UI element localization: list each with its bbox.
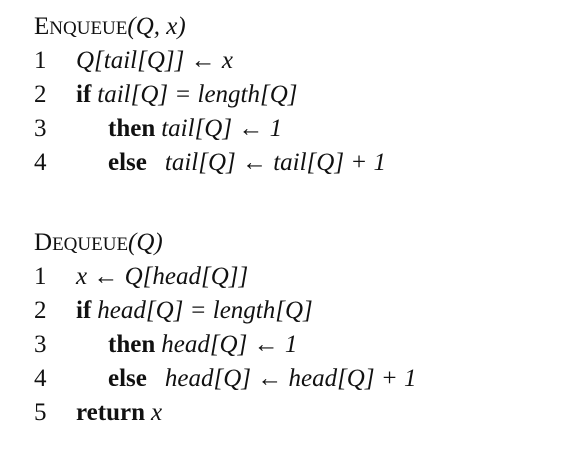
keyword-if: if: [76, 81, 92, 108]
code-statement: then head[Q] ← 1: [108, 328, 297, 362]
line-number: 1: [34, 47, 47, 74]
line-number: 3: [34, 115, 47, 142]
code-expression: tail[Q] = length[Q]: [97, 81, 298, 108]
enqueue-line-1: 1 Q[tail[Q]] ← x: [34, 44, 233, 78]
code-statement: else tail[Q] ← tail[Q] + 1: [108, 146, 386, 180]
dequeue-line-3: 3 then head[Q] ← 1: [34, 328, 297, 362]
dequeue-name: DEQUEUE: [34, 229, 129, 256]
code-expression: head[Q] = length[Q]: [97, 297, 313, 324]
enqueue-signature: (Q, x): [127, 13, 186, 40]
code-statement: Q[tail[Q]] ← x: [76, 44, 233, 78]
enqueue-line-2: 2 if tail[Q] = length[Q]: [34, 78, 298, 112]
line-number: 4: [34, 149, 47, 176]
line-number: 2: [34, 81, 47, 108]
dequeue-signature: (Q): [128, 229, 163, 256]
keyword-if: if: [76, 297, 92, 324]
enqueue-procedure: ENQUEUE(Q, x) 1 Q[tail[Q]] ← x 2 if tail[…: [34, 10, 386, 180]
code-statement: return x: [76, 396, 162, 430]
enqueue-header: ENQUEUE(Q, x): [34, 10, 186, 44]
code-expression: x: [150, 399, 163, 426]
line-number: 4: [34, 365, 47, 392]
keyword-else: else: [108, 365, 147, 392]
enqueue-line-3: 3 then tail[Q] ← 1: [34, 112, 282, 146]
dequeue-header: DEQUEUE(Q): [34, 226, 163, 260]
keyword-then: then: [108, 115, 156, 142]
code-statement: if head[Q] = length[Q]: [76, 294, 313, 328]
keyword-else: else: [108, 149, 147, 176]
line-number: 2: [34, 297, 47, 324]
code-expression: Q[tail[Q]] ← x: [76, 47, 233, 74]
enqueue-line-4: 4 else tail[Q] ← tail[Q] + 1: [34, 146, 386, 180]
code-statement: x ← Q[head[Q]]: [76, 260, 248, 294]
code-statement: then tail[Q] ← 1: [108, 112, 282, 146]
code-expression: x ← Q[head[Q]]: [76, 263, 249, 290]
code-statement: if tail[Q] = length[Q]: [76, 78, 298, 112]
code-expression: tail[Q] ← tail[Q] + 1: [164, 149, 386, 176]
line-number: 1: [34, 263, 47, 290]
code-statement: else head[Q] ← head[Q] + 1: [108, 362, 416, 396]
code-expression: head[Q] ← head[Q] + 1: [164, 365, 417, 392]
code-expression: head[Q] ← 1: [161, 331, 298, 358]
dequeue-line-4: 4 else head[Q] ← head[Q] + 1: [34, 362, 416, 396]
dequeue-line-5: 5 return x: [34, 396, 163, 430]
keyword-return: return: [76, 399, 145, 426]
line-number: 5: [34, 399, 47, 426]
dequeue-procedure: DEQUEUE(Q) 1 x ← Q[head[Q]] 2 if head[Q] …: [34, 226, 416, 430]
enqueue-name: ENQUEUE: [34, 13, 128, 40]
keyword-then: then: [108, 331, 156, 358]
code-expression: tail[Q] ← 1: [161, 115, 283, 142]
dequeue-line-2: 2 if head[Q] = length[Q]: [34, 294, 313, 328]
dequeue-line-1: 1 x ← Q[head[Q]]: [34, 260, 248, 294]
line-number: 3: [34, 331, 47, 358]
